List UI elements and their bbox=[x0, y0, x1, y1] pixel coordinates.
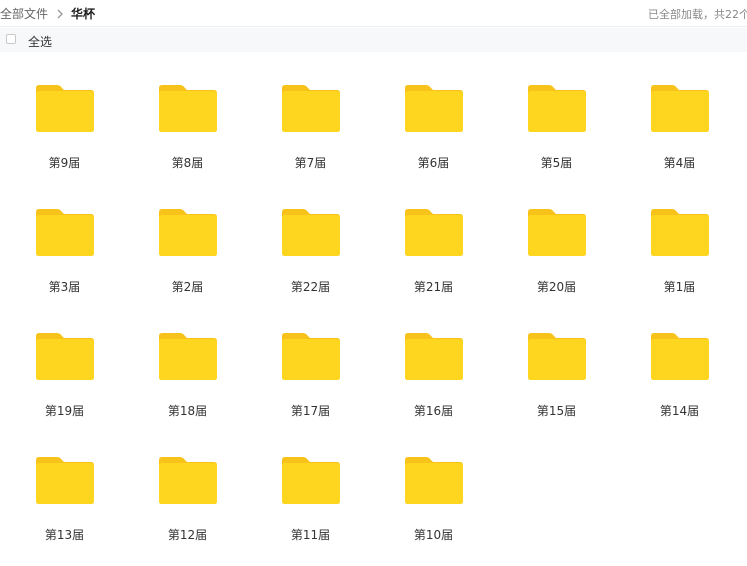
folder-item[interactable]: 第12届 bbox=[126, 442, 249, 566]
folder-name: 第7届 bbox=[294, 156, 327, 170]
folder-name: 第4届 bbox=[663, 156, 696, 170]
folder-name: 第5届 bbox=[540, 156, 573, 170]
folder-name: 第6届 bbox=[417, 156, 450, 170]
folder-item[interactable]: 第8届 bbox=[126, 70, 249, 194]
folder-name: 第22届 bbox=[290, 280, 331, 294]
folder-name: 第11届 bbox=[290, 528, 331, 542]
breadcrumb-root-link[interactable]: 全部文件 bbox=[0, 5, 48, 22]
folder-icon bbox=[528, 333, 586, 380]
folder-icon bbox=[282, 333, 340, 380]
select-all-checkbox[interactable] bbox=[6, 34, 16, 44]
folder-item[interactable]: 第4届 bbox=[618, 70, 741, 194]
folder-item[interactable]: 第13届 bbox=[3, 442, 126, 566]
folder-icon bbox=[36, 209, 94, 256]
folder-item[interactable]: 第1届 bbox=[618, 194, 741, 318]
folder-name: 第3届 bbox=[48, 280, 81, 294]
folder-grid: 第9届 第8届 第7届 第6届 第5届 第4届第3届 第2届 第22届 第21届 第20届 第1届第… bbox=[3, 70, 741, 566]
folder-icon bbox=[651, 209, 709, 256]
folder-name: 第20届 bbox=[536, 280, 577, 294]
folder-icon bbox=[282, 457, 340, 504]
folder-name: 第14届 bbox=[659, 404, 700, 418]
folder-name: 第9届 bbox=[48, 156, 81, 170]
folder-item[interactable]: 第18届 bbox=[126, 318, 249, 442]
folder-name: 第17届 bbox=[290, 404, 331, 418]
folder-item[interactable]: 第11届 bbox=[249, 442, 372, 566]
folder-icon bbox=[282, 209, 340, 256]
load-status-text: 已全部加载，共22个 bbox=[648, 8, 747, 21]
folder-item[interactable]: 第17届 bbox=[249, 318, 372, 442]
folder-item[interactable]: 第15届 bbox=[495, 318, 618, 442]
folder-icon bbox=[405, 209, 463, 256]
folder-icon bbox=[36, 333, 94, 380]
folder-item[interactable]: 第20届 bbox=[495, 194, 618, 318]
folder-icon bbox=[651, 85, 709, 132]
folder-icon bbox=[36, 457, 94, 504]
select-bar: 全选 bbox=[0, 28, 747, 52]
chevron-right-icon bbox=[57, 9, 63, 18]
folder-icon bbox=[405, 457, 463, 504]
folder-name: 第8届 bbox=[171, 156, 204, 170]
folder-item[interactable]: 第16届 bbox=[372, 318, 495, 442]
folder-icon bbox=[528, 85, 586, 132]
folder-item[interactable]: 第3届 bbox=[3, 194, 126, 318]
folder-icon bbox=[36, 85, 94, 132]
folder-icon bbox=[159, 333, 217, 380]
folder-item[interactable]: 第19届 bbox=[3, 318, 126, 442]
select-all-label[interactable]: 全选 bbox=[28, 33, 52, 50]
top-bar: 全部文件 华杯 已全部加载，共22个 bbox=[0, 0, 747, 27]
folder-name: 第10届 bbox=[413, 528, 454, 542]
breadcrumb: 全部文件 华杯 bbox=[0, 5, 95, 22]
folder-item[interactable]: 第10届 bbox=[372, 442, 495, 566]
folder-name: 第1届 bbox=[663, 280, 696, 294]
folder-item[interactable]: 第22届 bbox=[249, 194, 372, 318]
breadcrumb-current: 华杯 bbox=[71, 7, 96, 21]
folder-icon bbox=[405, 85, 463, 132]
folder-icon bbox=[282, 85, 340, 132]
folder-item[interactable]: 第2届 bbox=[126, 194, 249, 318]
folder-item[interactable]: 第14届 bbox=[618, 318, 741, 442]
folder-name: 第16届 bbox=[413, 404, 454, 418]
folder-item[interactable]: 第7届 bbox=[249, 70, 372, 194]
folder-name: 第2届 bbox=[171, 280, 204, 294]
folder-icon bbox=[159, 209, 217, 256]
folder-name: 第12届 bbox=[167, 528, 208, 542]
folder-icon bbox=[528, 209, 586, 256]
folder-name: 第13届 bbox=[44, 528, 85, 542]
folder-icon bbox=[651, 333, 709, 380]
folder-name: 第19届 bbox=[44, 404, 85, 418]
folder-name: 第21届 bbox=[413, 280, 454, 294]
folder-item[interactable]: 第21届 bbox=[372, 194, 495, 318]
folder-item[interactable]: 第9届 bbox=[3, 70, 126, 194]
folder-icon bbox=[159, 457, 217, 504]
folder-name: 第18届 bbox=[167, 404, 208, 418]
folder-item[interactable]: 第6届 bbox=[372, 70, 495, 194]
folder-name: 第15届 bbox=[536, 404, 577, 418]
folder-icon bbox=[159, 85, 217, 132]
folder-icon bbox=[405, 333, 463, 380]
folder-item[interactable]: 第5届 bbox=[495, 70, 618, 194]
